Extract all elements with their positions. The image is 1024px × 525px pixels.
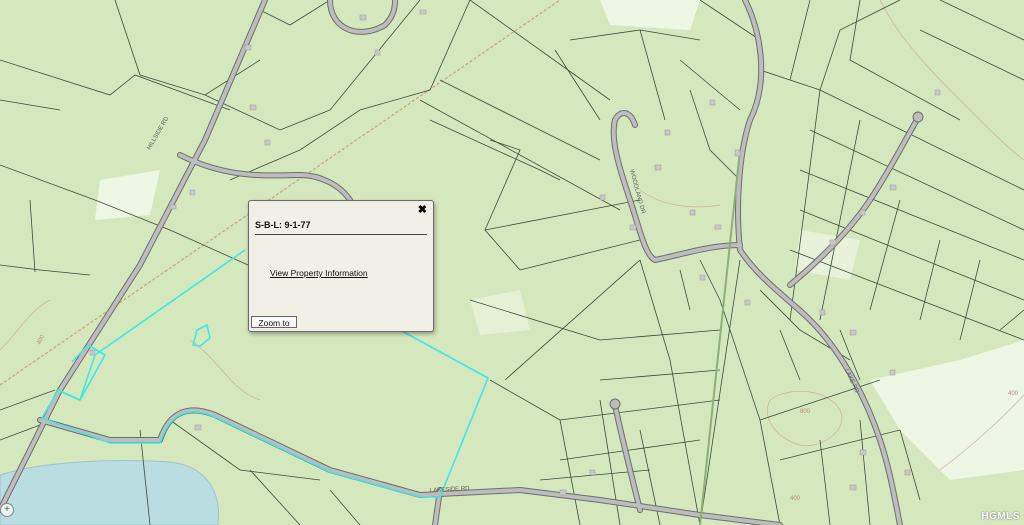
popup-title: S-B-L: 9-1-77: [255, 220, 311, 230]
contour-label: 400: [790, 496, 801, 502]
close-icon[interactable]: ✖: [418, 204, 427, 216]
popup-divider: [255, 234, 427, 235]
map-canvas[interactable]: HILLSIDE RD WOODLAND DR LAKE RD LAKESIDE…: [0, 0, 1024, 525]
zoom-in-icon[interactable]: +: [0, 503, 14, 517]
lake: [0, 460, 220, 525]
contour-label: 800: [800, 409, 811, 415]
view-property-information-link[interactable]: View Property Information: [270, 268, 368, 278]
zoom-to-button[interactable]: Zoom to: [251, 316, 297, 328]
parcel-info-popup: ✖ S-B-L: 9-1-77 View Property Informatio…: [248, 200, 434, 332]
contour-label: 400: [1008, 391, 1019, 397]
watermark: HGMLS: [981, 511, 1020, 522]
